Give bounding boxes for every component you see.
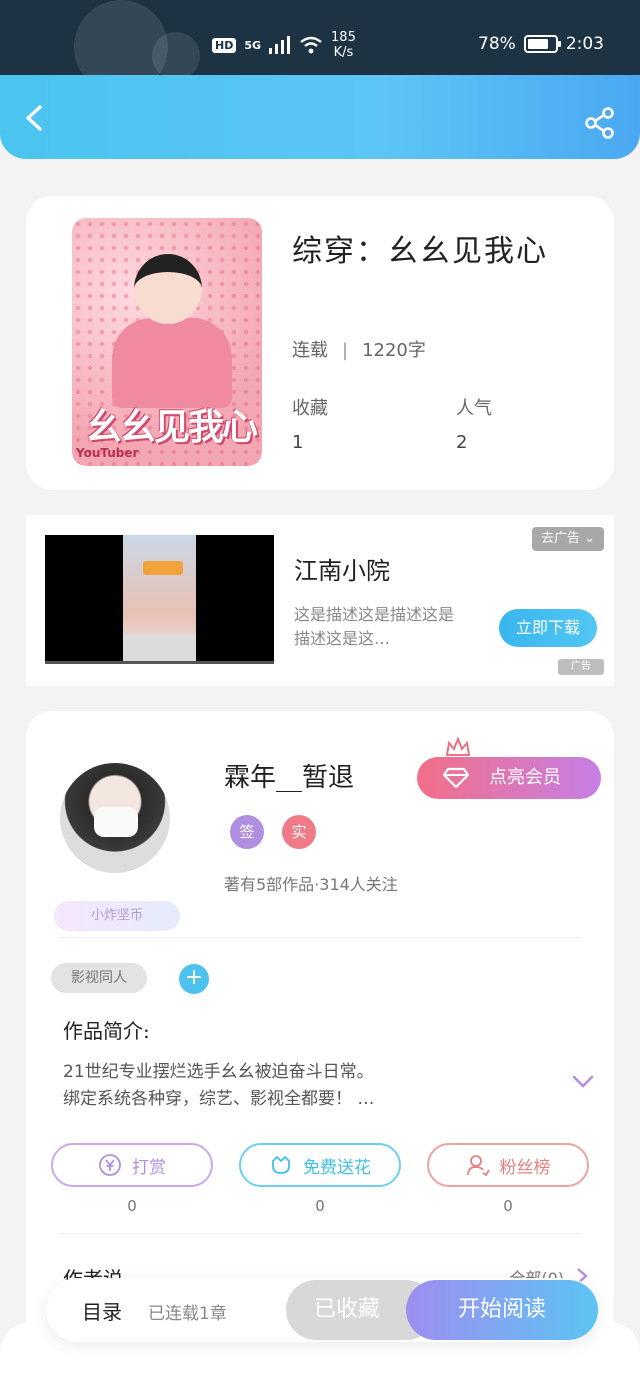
word-count: 1220字 [362, 340, 426, 361]
battery-percent: 78% [478, 34, 516, 54]
remove-ad-button[interactable]: 去广告 ⌄ [532, 527, 604, 551]
book-meta: 连载 | 1220字 [292, 340, 426, 361]
cover-brand: YouTuber [76, 446, 139, 460]
crown-icon [445, 737, 471, 756]
fans-rank-button[interactable]: 粉丝榜 [427, 1143, 589, 1187]
diamond-icon [443, 767, 469, 789]
net-speed: 185 K/s [331, 30, 356, 60]
ad-banner[interactable]: 江南小院 这是描述这是描述这是描述这是这… 去广告 ⌄ 立即下载 广告 [26, 515, 614, 686]
favorites-label: 收藏 [292, 398, 328, 419]
vip-button[interactable]: 点亮会员 [417, 757, 601, 799]
cover-title: 幺幺见我心 [86, 406, 258, 448]
user-icon [466, 1155, 490, 1177]
clock: 2:03 [565, 34, 604, 54]
bottom-action-bar: 目录 已连载1章 已收藏 开始阅读 [46, 1278, 598, 1342]
popularity-label: 人气 [456, 398, 492, 419]
yen-icon [99, 1154, 121, 1176]
divider [60, 937, 580, 938]
book-status: 连载 [292, 340, 328, 361]
hd-indicator: HD [212, 37, 237, 53]
ad-title: 江南小院 [294, 557, 390, 585]
tip-button[interactable]: 打赏 [51, 1143, 213, 1187]
fans-count: 0 [503, 1197, 513, 1215]
send-flower-button[interactable]: 免费送花 [239, 1143, 401, 1187]
divider [60, 1233, 580, 1234]
intro-text: 21世纪专业摆烂选手幺幺被迫奋斗日常。 绑定系统各种穿，综艺、影视全都要！ … [63, 1062, 375, 1109]
signal-icon [269, 36, 291, 54]
add-tag-button[interactable]: + [179, 964, 209, 994]
status-right: 78% 2:03 [478, 34, 604, 54]
ad-badge: 广告 [558, 659, 604, 675]
ad-description: 这是描述这是描述这是描述这是这… [294, 605, 455, 648]
chevron-down-icon[interactable] [572, 1075, 594, 1089]
author-name[interactable]: 霖年__暂退 [224, 757, 354, 794]
verified-badge: 实 [282, 815, 316, 849]
author-stats: 著有5部作品·314人关注 [224, 875, 398, 894]
start-reading-button[interactable]: 开始阅读 [406, 1280, 598, 1340]
ad-download-button[interactable]: 立即下载 [499, 609, 597, 647]
header [0, 75, 640, 159]
flower-count: 0 [315, 1197, 325, 1215]
book-info-card: 幺幺见我心 YouTuber 综穿：幺幺见我心 连载 | 1220字 收藏 1 人气… [26, 196, 614, 490]
toc-button[interactable]: 目录 [82, 1296, 122, 1325]
share-icon[interactable] [584, 107, 616, 139]
intro-label: 作品简介: [63, 1019, 150, 1043]
chapter-status: 已连载1章 [148, 1304, 227, 1324]
wifi-icon [300, 36, 322, 54]
tip-count: 0 [127, 1197, 137, 1215]
popularity-value: 2 [456, 432, 468, 453]
book-cover[interactable]: 幺幺见我心 YouTuber [72, 218, 262, 466]
status-bar: HD 5G 185 K/s 78% 2:03 [0, 0, 640, 94]
signed-badge: 签 [230, 815, 264, 849]
flower-icon [272, 1156, 290, 1174]
status-network: HD 5G 185 K/s [212, 30, 356, 60]
network-type: 5G [244, 38, 262, 52]
author-avatar[interactable] [60, 763, 170, 873]
book-title: 综穿：幺幺见我心 [292, 234, 548, 269]
fan-badge: 小炸坚币 [54, 901, 180, 931]
back-icon[interactable] [20, 103, 50, 133]
ad-video[interactable] [45, 535, 274, 664]
genre-tag[interactable]: 影视同人 [51, 963, 147, 993]
battery-icon [523, 35, 561, 53]
favorites-value: 1 [292, 432, 304, 453]
